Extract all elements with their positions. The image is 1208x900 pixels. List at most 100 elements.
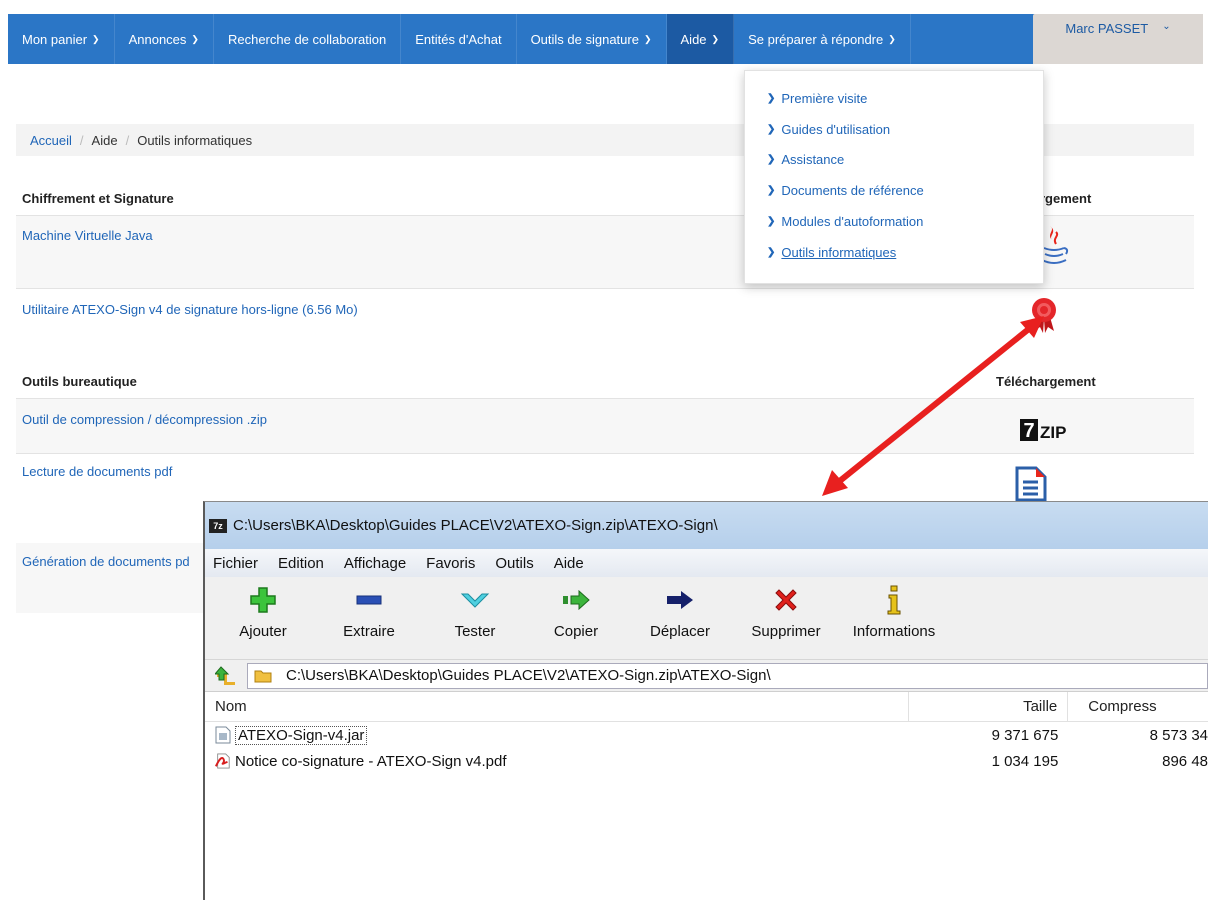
column-nom[interactable]: Nom <box>205 692 909 721</box>
svg-text:ZIP: ZIP <box>1040 423 1066 442</box>
file-size: 1 034 195 <box>991 752 1059 770</box>
nav-outils-signature[interactable]: Outils de signature ❯ <box>517 14 667 64</box>
chevron-down-icon: ❯ <box>643 33 652 44</box>
chevron-right-icon: ❯ <box>767 123 776 135</box>
menu-fichier[interactable]: Fichier <box>213 555 258 572</box>
link-zip-tool[interactable]: Outil de compression / décompression .zi… <box>22 412 267 427</box>
menu-item-outils[interactable]: ❯ Outils informatiques <box>745 237 1043 268</box>
nav-aide[interactable]: Aide ❯ <box>666 14 735 64</box>
certificate-rosette-icon[interactable] <box>1028 297 1060 333</box>
extract-minus-icon <box>356 595 382 605</box>
file-list: Nom Taille Compress ATEXO-Sign-v4.jar 9 … <box>205 692 1208 774</box>
nav-label: Annonces <box>128 31 187 47</box>
breadcrumb-parent: Aide <box>91 132 118 148</box>
pdf-document-icon[interactable] <box>1014 466 1048 502</box>
button-label: Tester <box>454 623 496 640</box>
breadcrumb-separator: / <box>125 132 130 148</box>
button-label: Ajouter <box>239 623 287 640</box>
extraire-button[interactable]: Extraire <box>313 585 425 640</box>
nav-recherche-collaboration[interactable]: Recherche de collaboration <box>214 14 402 64</box>
menu-affichage[interactable]: Affichage <box>344 555 406 572</box>
file-name: Notice co-signature - ATEXO-Sign v4.pdf <box>235 752 507 770</box>
menu-item-label: Première visite <box>781 90 868 106</box>
up-folder-button[interactable] <box>209 663 243 689</box>
chevron-down-icon: ⌄ <box>1162 21 1171 32</box>
menu-item-premiere-visite[interactable]: ❯ Première visite <box>745 83 1043 114</box>
nav-label: Aide <box>680 31 707 47</box>
breadcrumb-home[interactable]: Accueil <box>30 133 72 148</box>
link-atexo-sign[interactable]: Utilitaire ATEXO-Sign v4 de signature ho… <box>22 302 358 317</box>
breadcrumb-separator: / <box>79 132 84 148</box>
link-pdf-generation[interactable]: Génération de documents pd <box>22 554 190 569</box>
deplacer-button[interactable]: Déplacer <box>627 585 733 640</box>
menu-item-guides[interactable]: ❯ Guides d'utilisation <box>745 114 1043 145</box>
copy-arrow-icon <box>563 590 590 610</box>
copier-button[interactable]: Copier <box>525 585 627 640</box>
jar-file-icon <box>215 726 231 744</box>
file-compressed: 896 48 <box>1162 752 1208 770</box>
menu-item-label: Documents de référence <box>781 183 924 199</box>
divider <box>16 288 1194 289</box>
menu-item-label: Outils informatiques <box>781 244 897 260</box>
button-label: Déplacer <box>649 623 711 640</box>
ajouter-button[interactable]: Ajouter <box>213 585 313 640</box>
button-label: Informations <box>852 623 936 640</box>
menu-item-documents[interactable]: ❯ Documents de référence <box>745 175 1043 206</box>
up-folder-icon <box>215 665 235 685</box>
file-row[interactable]: ATEXO-Sign-v4.jar 9 371 675 8 573 34 <box>205 722 1208 748</box>
chevron-down-icon: ❯ <box>888 33 896 44</box>
menu-item-assistance[interactable]: ❯ Assistance <box>745 145 1043 176</box>
menu-item-modules[interactable]: ❯ Modules d'autoformation <box>745 206 1043 237</box>
button-label: Copier <box>553 623 599 640</box>
menu-edition[interactable]: Edition <box>278 555 324 572</box>
nav-entites-achat[interactable]: Entités d'Achat <box>401 14 517 64</box>
nav-label: Recherche de collaboration <box>227 31 387 47</box>
tester-button[interactable]: Tester <box>425 585 525 640</box>
7zip-window: 7z C:\Users\BKA\Desktop\Guides PLACE\V2\… <box>203 501 1208 900</box>
button-label: Extraire <box>343 623 395 640</box>
window-titlebar[interactable]: 7z C:\Users\BKA\Desktop\Guides PLACE\V2\… <box>205 502 1208 549</box>
menu-outils[interactable]: Outils <box>495 555 533 572</box>
pdf-file-icon <box>215 753 230 769</box>
column-compress[interactable]: Compress <box>1068 692 1208 721</box>
menu-item-label: Modules d'autoformation <box>781 214 924 230</box>
informations-button[interactable]: Informations <box>839 585 949 640</box>
chevron-right-icon: ❯ <box>767 92 776 104</box>
7zip-icon[interactable]: 7 ZIP <box>1020 418 1076 442</box>
link-java[interactable]: Machine Virtuelle Java <box>22 228 153 243</box>
menu-favoris[interactable]: Favoris <box>426 555 475 572</box>
nav-label: Mon panier <box>22 31 88 47</box>
chevron-down-icon: ❯ <box>191 33 199 44</box>
path-text: C:\Users\BKA\Desktop\Guides PLACE\V2\ATE… <box>286 667 771 684</box>
add-plus-icon <box>250 587 276 613</box>
nav-se-preparer[interactable]: Se préparer à répondre ❯ <box>734 14 911 64</box>
move-arrow-icon <box>667 591 693 609</box>
path-input[interactable]: C:\Users\BKA\Desktop\Guides PLACE\V2\ATE… <box>247 662 1208 689</box>
section-title-chiffrement: Chiffrement et Signature <box>22 191 174 206</box>
file-name: ATEXO-Sign-v4.jar <box>235 725 368 745</box>
nav-label: Outils de signature <box>530 31 639 47</box>
menu-aide[interactable]: Aide <box>554 555 584 572</box>
section-title-bureautique: Outils bureautique <box>22 374 137 389</box>
column-taille[interactable]: Taille <box>909 692 1069 721</box>
info-icon <box>887 585 901 615</box>
nav-mon-panier[interactable]: Mon panier ❯ <box>8 14 115 64</box>
chevron-down-icon: ❯ <box>92 33 100 44</box>
supprimer-button[interactable]: Supprimer <box>733 585 839 640</box>
folder-icon <box>254 670 272 682</box>
menu-bar: Fichier Edition Affichage Favoris Outils… <box>205 549 1208 577</box>
download-header: Téléchargement <box>996 374 1096 389</box>
file-compressed: 8 573 34 <box>1149 726 1208 744</box>
chevron-right-icon: ❯ <box>767 246 776 258</box>
nav-annonces[interactable]: Annonces ❯ <box>115 14 214 64</box>
chevron-right-icon: ❯ <box>767 216 776 228</box>
link-pdf-reader[interactable]: Lecture de documents pdf <box>22 464 172 479</box>
button-label: Supprimer <box>751 623 821 640</box>
nav-label: Entités d'Achat <box>415 31 502 47</box>
user-menu[interactable]: Marc PASSET ⌄ <box>1033 14 1203 64</box>
top-navbar: Mon panier ❯ Annonces ❯ Recherche de colla… <box>8 14 1203 64</box>
file-row[interactable]: Notice co-signature - ATEXO-Sign v4.pdf … <box>205 748 1208 774</box>
window-title: C:\Users\BKA\Desktop\Guides PLACE\V2\ATE… <box>233 517 718 534</box>
nav-label: Se préparer à répondre <box>748 31 884 47</box>
svg-text:7: 7 <box>1023 420 1034 442</box>
